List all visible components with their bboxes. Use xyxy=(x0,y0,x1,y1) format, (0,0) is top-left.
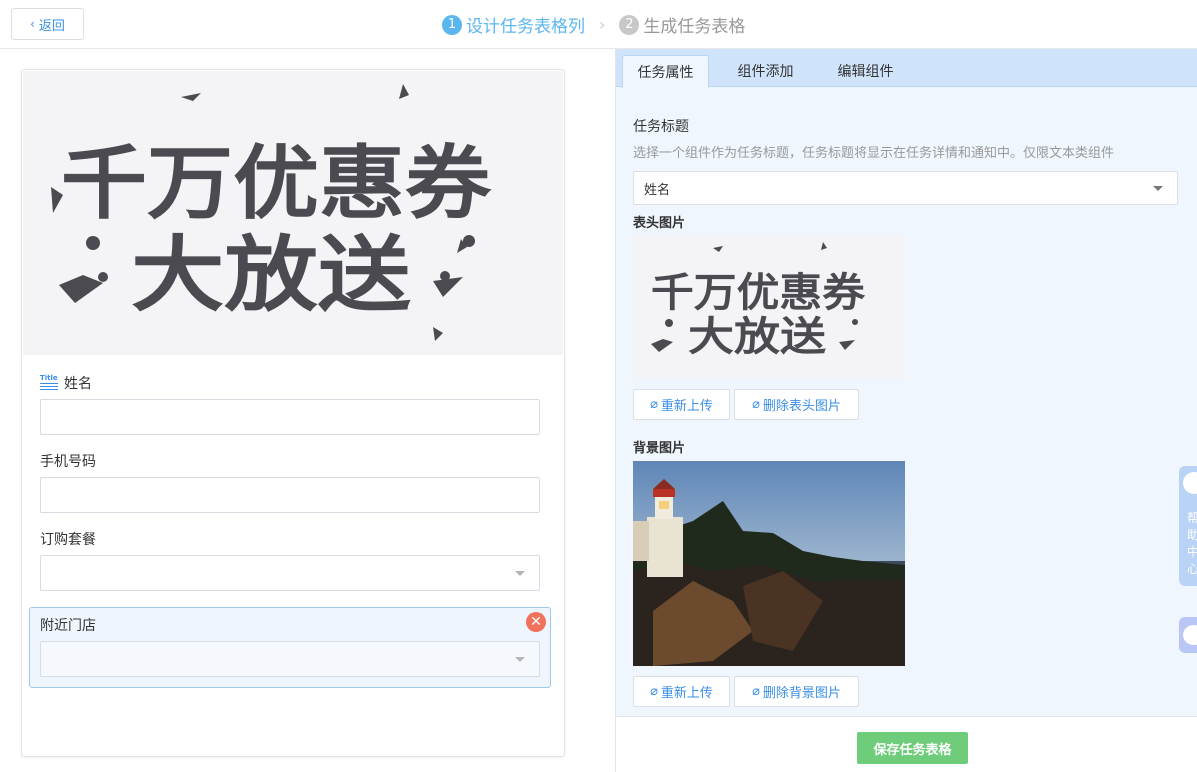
form-field-name: Title 姓名 xyxy=(40,373,540,435)
form-field-package: 订购套餐 xyxy=(40,529,540,591)
thumb-title-line1: 千万优惠券 xyxy=(651,270,866,316)
step-2: 2 生成任务表格 xyxy=(619,12,745,37)
banner-title-line1: 千万优惠券 xyxy=(61,137,492,230)
reupload-header-button[interactable]: ⌀ 重新上传 xyxy=(633,389,730,420)
help-center-label: 帮助中心 xyxy=(1187,511,1197,576)
caret-down-icon xyxy=(515,657,525,662)
delete-field-button[interactable]: ✕ xyxy=(526,612,546,632)
task-title-label: 任务标题 xyxy=(633,119,689,135)
tab-edit-component[interactable]: 编辑组件 xyxy=(822,55,909,87)
field-label: 订购套餐 xyxy=(40,532,96,548)
form-field-phone: 手机号码 xyxy=(40,451,540,513)
background-image-thumbnail xyxy=(633,461,905,666)
paperclip-icon: ⌀ xyxy=(752,684,760,699)
banner-title-line2: 大放送 xyxy=(131,228,411,323)
chat-float[interactable] xyxy=(1179,617,1197,653)
help-icon xyxy=(1183,472,1197,494)
help-center-float[interactable]: 帮助中心 xyxy=(1179,466,1197,586)
field-label: 手机号码 xyxy=(40,454,96,470)
paperclip-icon: ⌀ xyxy=(650,684,658,699)
panel-tabs: 任务属性 组件添加 编辑组件 xyxy=(616,49,1197,88)
delete-background-label: 删除背景图片 xyxy=(762,686,841,701)
step-number: 2 xyxy=(619,14,640,35)
task-title-value: 姓名 xyxy=(644,182,671,198)
save-task-form-button[interactable]: 保存任务表格 xyxy=(857,732,968,764)
thumb-title-line2: 大放送 xyxy=(688,314,826,360)
tab-task-properties[interactable]: 任务属性 xyxy=(622,55,709,88)
name-input[interactable] xyxy=(40,399,540,435)
phone-input[interactable] xyxy=(40,477,540,513)
task-title-hint: 选择一个组件作为任务标题，任务标题将显示在任务详情和通知中。仅限文本类组件 xyxy=(633,146,1115,161)
delete-background-image-button[interactable]: ⌀ 删除背景图片 xyxy=(734,676,859,707)
chevron-right-icon: › xyxy=(599,15,606,34)
chat-icon xyxy=(1183,625,1197,645)
field-label: 姓名 xyxy=(64,376,92,392)
reupload-background-button[interactable]: ⌀ 重新上传 xyxy=(633,676,730,707)
back-button[interactable]: ‹ 返回 xyxy=(11,8,84,40)
form-preview-pane: 千万优惠券 大放送 Title 姓名 手机号码 订购套餐 附近门店 ✕ xyxy=(0,49,615,772)
caret-down-icon xyxy=(1153,186,1163,191)
tab-add-component[interactable]: 组件添加 xyxy=(722,55,809,87)
form-preview-card: 千万优惠券 大放送 Title 姓名 手机号码 订购套餐 附近门店 ✕ xyxy=(21,69,565,757)
form-field-store-selected[interactable]: 附近门店 ✕ xyxy=(29,607,551,688)
paperclip-icon: ⌀ xyxy=(650,397,658,412)
header-banner-image: 千万优惠券 大放送 xyxy=(23,71,563,355)
lighthouse-photo xyxy=(633,461,905,666)
reupload-background-label: 重新上传 xyxy=(660,686,713,701)
step-1: 1 设计任务表格列 xyxy=(442,12,585,37)
title-marker-icon: Title xyxy=(40,375,58,391)
step-label: 生成任务表格 xyxy=(643,17,746,37)
step-indicator: 1 设计任务表格列 › 2 生成任务表格 xyxy=(442,12,745,37)
store-select[interactable] xyxy=(40,641,540,677)
chevron-left-icon: ‹ xyxy=(30,17,35,31)
properties-panel: 任务属性 组件添加 编辑组件 任务标题 选择一个组件作为任务标题，任务标题将显示… xyxy=(615,49,1197,772)
delete-header-label: 删除表头图片 xyxy=(762,399,841,414)
package-select[interactable] xyxy=(40,555,540,591)
field-label: 附近门店 xyxy=(40,618,96,634)
reupload-header-label: 重新上传 xyxy=(660,399,713,414)
banner-artwork: 千万优惠券 大放送 xyxy=(51,84,492,341)
top-bar: ‹ 返回 1 设计任务表格列 › 2 生成任务表格 xyxy=(0,0,1197,49)
panel-footer: 保存任务表格 xyxy=(616,716,1197,772)
step-label: 设计任务表格列 xyxy=(466,17,585,37)
close-icon: ✕ xyxy=(530,614,542,630)
header-thumbnail-artwork: 千万优惠券 大放送 xyxy=(651,242,866,360)
caret-down-icon xyxy=(515,571,525,576)
delete-header-image-button[interactable]: ⌀ 删除表头图片 xyxy=(734,389,859,420)
background-image-label: 背景图片 xyxy=(633,441,686,456)
task-title-select[interactable]: 姓名 xyxy=(633,171,1178,205)
back-button-label: 返回 xyxy=(38,18,65,34)
step-number: 1 xyxy=(442,14,462,35)
header-image-label: 表头图片 xyxy=(633,216,686,231)
header-image-thumbnail: 千万优惠券 大放送 xyxy=(633,236,905,379)
paperclip-icon: ⌀ xyxy=(752,397,760,412)
